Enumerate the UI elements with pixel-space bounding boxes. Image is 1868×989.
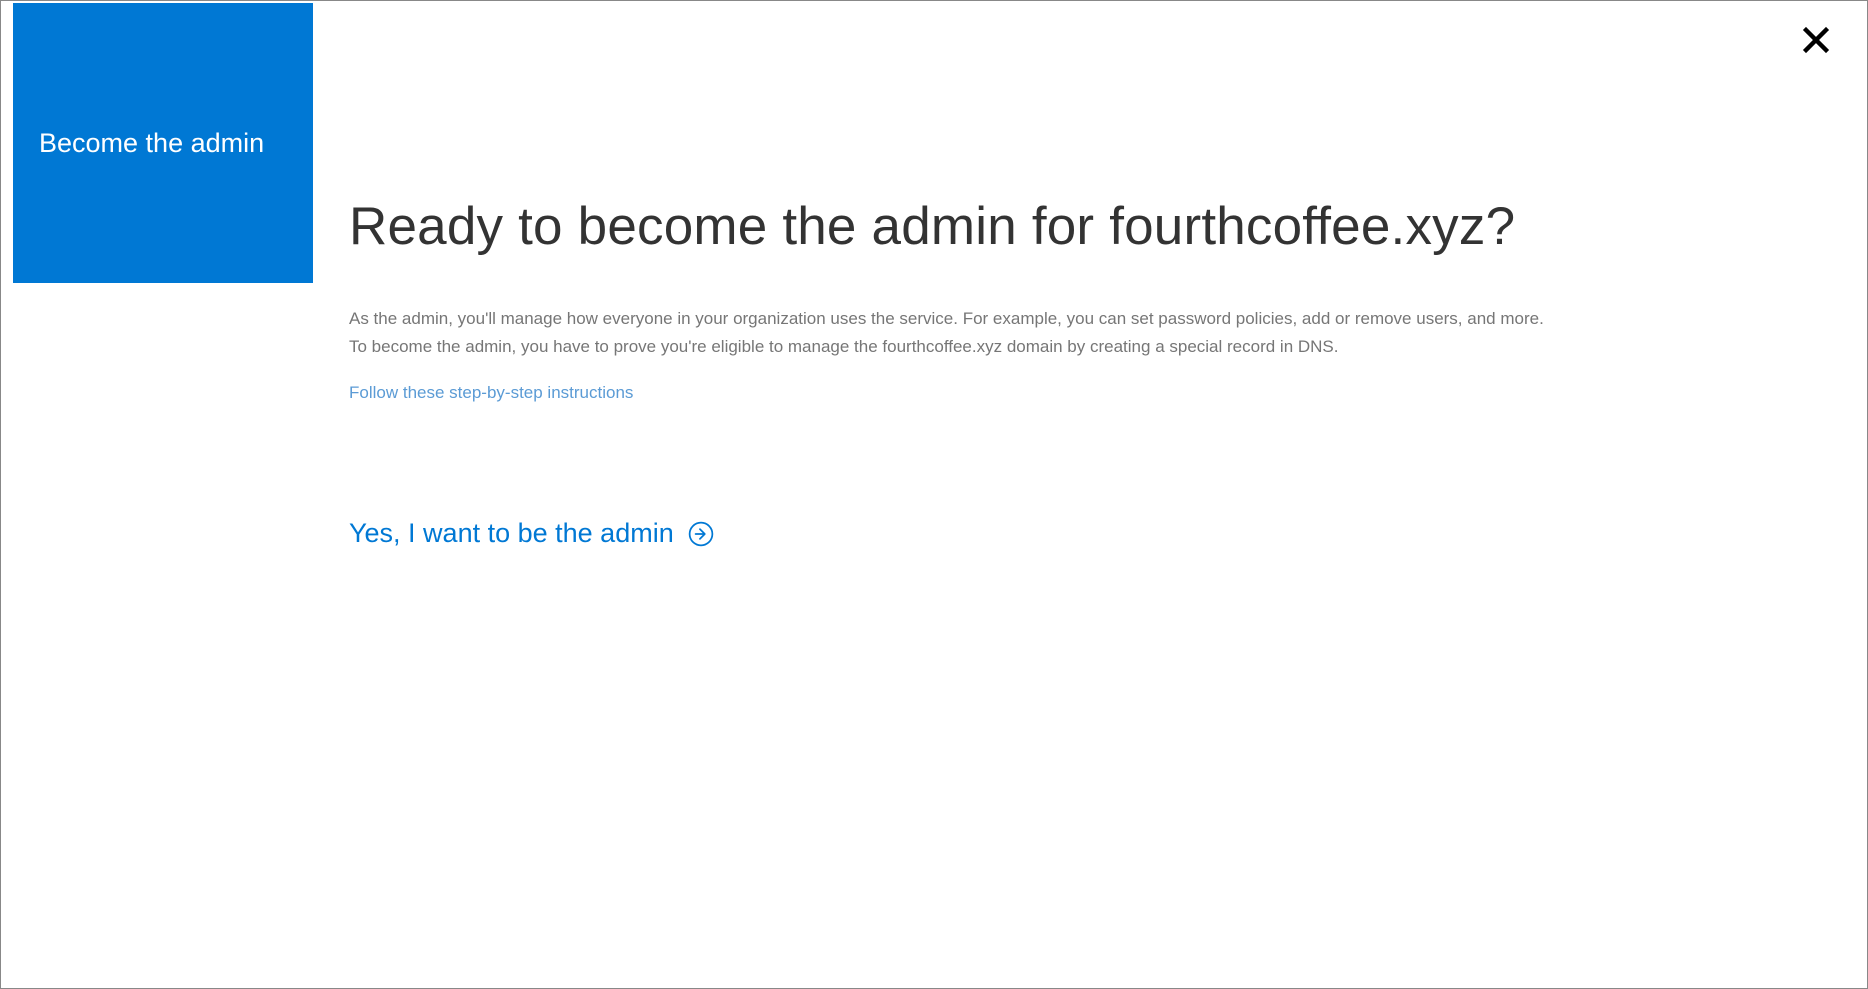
close-icon <box>1801 42 1831 59</box>
close-button[interactable] <box>1801 25 1831 60</box>
arrow-right-circle-icon <box>688 521 714 547</box>
description-line-1: As the admin, you'll manage how everyone… <box>349 305 1807 333</box>
page-heading: Ready to become the admin for fourthcoff… <box>349 196 1807 257</box>
instructions-link[interactable]: Follow these step-by-step instructions <box>349 383 633 403</box>
sidebar-tile: Become the admin <box>13 3 313 283</box>
main-content: Ready to become the admin for fourthcoff… <box>349 196 1807 549</box>
sidebar-label: Become the admin <box>39 128 264 159</box>
description-line-2: To become the admin, you have to prove y… <box>349 333 1807 361</box>
cta-label: Yes, I want to be the admin <box>349 518 674 549</box>
cta-become-admin-link[interactable]: Yes, I want to be the admin <box>349 518 714 549</box>
